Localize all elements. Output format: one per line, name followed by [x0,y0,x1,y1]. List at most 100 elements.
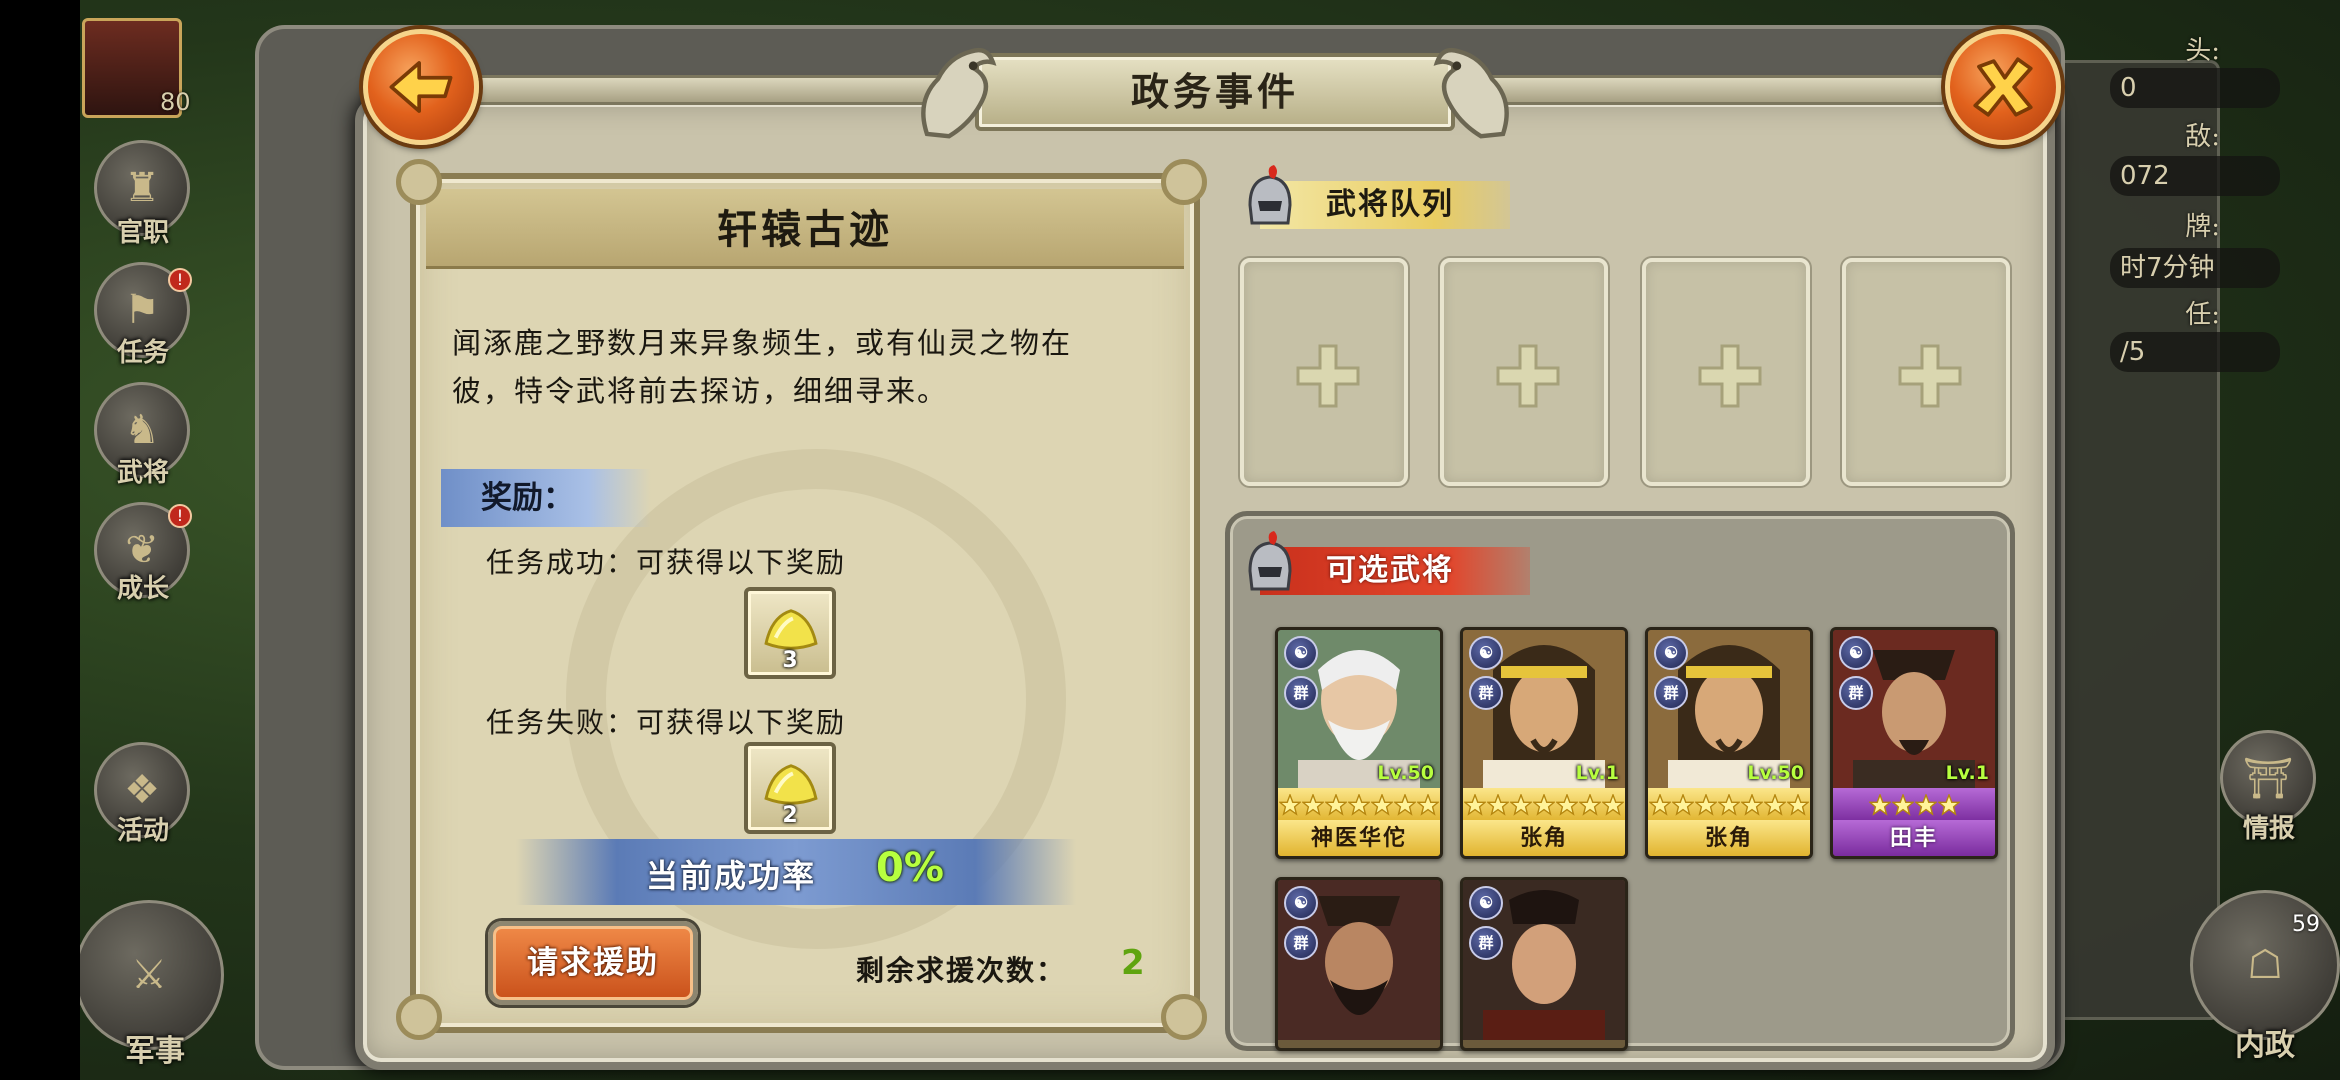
available-generals-header: 可选武将 [1326,553,1454,588]
general-name: 张角 [1519,825,1568,851]
right-stat-label-4: 任: [2185,300,2220,330]
general-card-zhang-jiao-1[interactable]: ☯ 群 Lv.1 张角 [1460,627,1628,859]
general-level: Lv.1 [1945,762,1989,784]
general-card-tian-feng[interactable]: ☯ 群 Lv.1 田丰 [1830,627,1998,859]
reward-header-tag: 奖励： [441,469,651,527]
military-sword-icon: ⚔ [131,952,167,998]
menu-task-label: 任务 [116,338,169,368]
success-reward-qty: 3 [782,648,798,673]
player-level-badge: 80 [160,88,191,116]
star-icon [1533,794,1555,816]
internal-affairs-icon: ☖ [2247,942,2283,988]
star-icon [1937,794,1960,816]
faction-badge: 群 [1284,926,1318,960]
faction-badge: 群 [1284,676,1318,710]
helmet-icon [1248,531,1292,591]
remaining-help-value: 2 [1121,943,1145,983]
menu-growth-label: 成长 [116,574,169,604]
yellow-material-icon [764,764,818,805]
dragon-ornament-left-icon [905,35,1015,145]
success-rate-value: 0% [876,845,944,891]
failure-reward-item[interactable]: 2 [744,742,836,834]
task-flag-icon: ⚑ [124,287,160,333]
right-stat-label-1: 头: [2185,36,2220,66]
star-icon [1279,794,1301,816]
queue-slot-1[interactable] [1240,258,1408,486]
failure-reward-text: 任务失败：可获得以下奖励 [486,706,847,739]
star-icon [1741,794,1763,816]
general-helmet-icon: ♞ [124,407,160,453]
yellow-material-icon [764,609,818,650]
general-name: 张角 [1704,825,1753,851]
reward-header: 奖励： [481,480,574,516]
intel-gate-icon: ⛩ [2242,755,2294,802]
back-button[interactable] [363,29,479,145]
right-stat-4: /5 [2110,332,2280,372]
event-title: 轩辕古迹 [717,206,893,253]
affinity-badge-icon: ☯ [1839,636,1873,670]
close-button[interactable] [1945,29,2061,145]
event-detail-panel: 轩辕古迹 闻涿鹿之野数月来异象频生，或有仙灵之物在 彼，特令武将前去探访，细细寻… [396,159,1207,1040]
success-reward-item[interactable]: 3 [744,587,836,679]
general-name: 田丰 [1889,825,1938,851]
affinity-badge-icon: ☯ [1654,636,1688,670]
queue-slot-2[interactable] [1440,258,1608,486]
arrow-left-icon [389,61,453,113]
politics-event-dialog: 政务事件 轩辕古迹 闻涿鹿之野数月来异象频生，或有仙灵之物在 彼，特令武将前去探… [255,25,2065,1070]
queue-slot-3[interactable] [1642,258,1810,486]
helmet-icon [1248,165,1292,225]
right-stat-label-3: 牌: [2185,212,2220,242]
star-icon [1868,794,1891,816]
success-rate-bar: 当前成功率 0% [516,839,1076,905]
title-bar-right-wing [1455,75,1945,105]
growth-notification-dot: ! [168,504,192,528]
right-stat-label-2: 敌: [2185,122,2220,152]
star-icon [1602,794,1624,816]
menu-internal-affairs-label: 内政 [2235,1028,2295,1063]
queue-slot-4[interactable] [1842,258,2010,486]
star-icon [1487,794,1509,816]
general-card-zhang-jiao-2[interactable]: ☯ 群 Lv.50 张角 [1645,627,1813,859]
request-help-button[interactable]: 请求援助 [488,921,698,1005]
plus-icon [1898,344,1962,408]
general-queue-tag: 武将队列 [1230,165,1530,231]
event-description: 闻涿鹿之野数月来异象频生，或有仙灵之物在 彼，特令武将前去探访，细细寻来。 [452,319,1152,415]
affinity-badge-icon: ☯ [1469,886,1503,920]
general-card-hua-tuo[interactable]: ☯ 群 Lv.50 神医华佗 [1275,627,1443,859]
star-icon [1371,794,1393,816]
star-icon [1302,794,1324,816]
plus-icon [1698,344,1762,408]
close-x-icon [1973,57,2033,117]
general-level: Lv.50 [1747,762,1804,784]
official-hat-icon: ♜ [124,165,160,211]
dragon-ornament-right-icon [1415,35,1525,145]
internal-affairs-count: 59 [2292,912,2320,937]
event-scroll-icon: ❖ [124,767,160,813]
star-icon [1787,794,1809,816]
dialog-title: 政务事件 [1130,69,1299,114]
faction-badge: 群 [1469,926,1503,960]
general-card-5[interactable]: ☯ 群 [1275,877,1443,1051]
title-bar-left-wing [445,75,965,105]
general-name: 神医华佗 [1310,825,1407,851]
growth-icon: ❦ [125,527,159,573]
star-icon [1764,794,1786,816]
star-icon [1649,794,1671,816]
menu-official-label: 官职 [116,218,169,248]
general-stars [1648,788,1810,822]
faction-badge: 群 [1839,676,1873,710]
request-help-label: 请求援助 [527,945,659,981]
star-icon [1695,794,1717,816]
general-stars [1278,788,1440,822]
affinity-badge-icon: ☯ [1284,886,1318,920]
right-stat-2: 072 [2110,156,2280,196]
task-notification-dot: ! [168,268,192,292]
general-card-6[interactable]: ☯ 群 [1460,877,1628,1051]
general-stars [1833,788,1995,822]
failure-reward-qty: 2 [782,803,798,828]
plus-icon [1496,344,1560,408]
success-rate-label: 当前成功率 [646,857,817,895]
event-description-line-2: 彼，特令武将前去探访，细细寻来。 [452,374,949,408]
event-title-bar: 轩辕古迹 [426,189,1184,269]
menu-intel-label: 情报 [2242,814,2295,844]
